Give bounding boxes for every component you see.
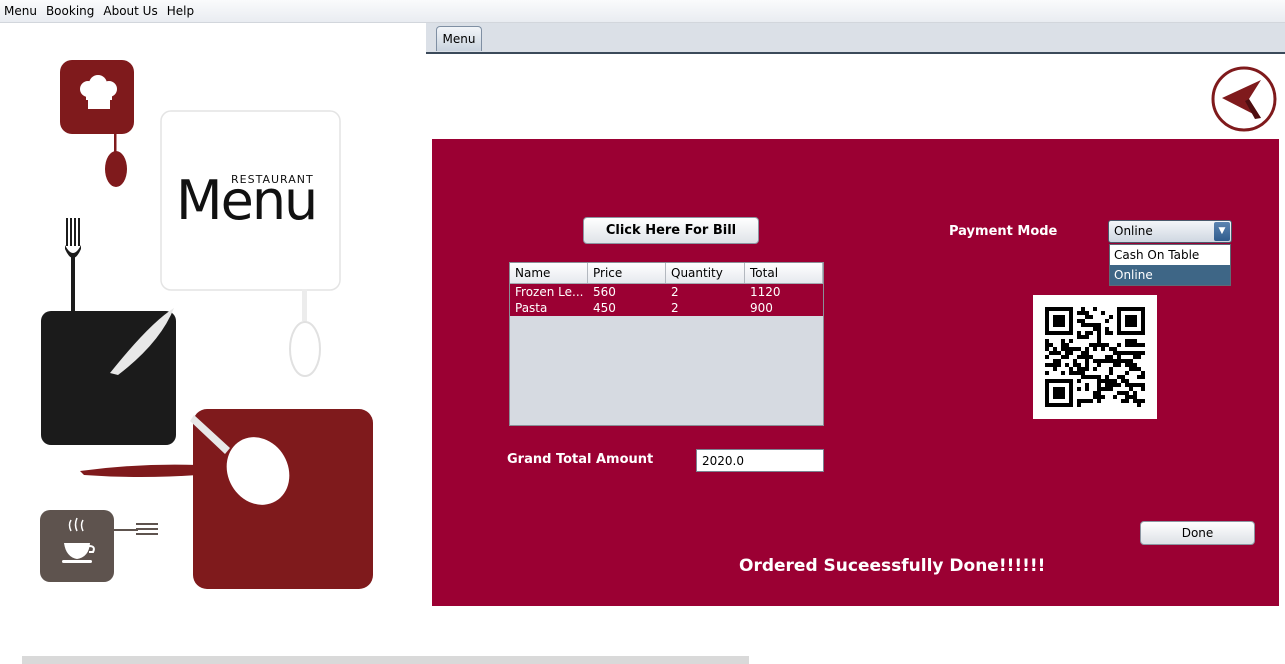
column-header-total[interactable]: Total bbox=[745, 263, 823, 283]
chevron-down-icon[interactable]: ▼ bbox=[1214, 222, 1230, 241]
payment-qr-code bbox=[1033, 295, 1157, 419]
cell-name: Pasta bbox=[515, 301, 548, 315]
table-row[interactable]: Frozen Le... 560 2 1120 bbox=[510, 284, 823, 300]
poster-illustration: RESTAURANT Menu bbox=[40, 60, 373, 589]
chef-hat-icon bbox=[60, 60, 134, 187]
payment-option-online[interactable]: Online bbox=[1110, 265, 1230, 285]
generate-bill-button[interactable]: Click Here For Bill bbox=[583, 217, 759, 244]
menu-item-help[interactable]: Help bbox=[162, 0, 198, 22]
cell-total: 900 bbox=[750, 301, 773, 315]
payment-mode-selected: Online bbox=[1114, 224, 1153, 238]
table-row[interactable]: Pasta 450 2 900 bbox=[510, 300, 823, 316]
tab-menu[interactable]: Menu bbox=[436, 26, 482, 51]
menu-item-booking[interactable]: Booking bbox=[41, 0, 98, 22]
order-status-message: Ordered Suceessfully Done!!!!!! bbox=[739, 556, 1046, 576]
fork-icon bbox=[65, 218, 81, 315]
table-header: Name Price Quantity Total bbox=[510, 263, 823, 284]
order-panel: Click Here For Bill Name Price Quantity … bbox=[432, 139, 1279, 606]
cell-total: 1120 bbox=[750, 285, 781, 299]
payment-option-cash-on-table[interactable]: Cash On Table bbox=[1110, 245, 1230, 265]
qr-code-icon bbox=[1045, 307, 1145, 407]
payment-mode-dropdown: Cash On Table Online bbox=[1109, 244, 1231, 286]
tab-strip: Menu bbox=[426, 23, 1285, 54]
cell-name: Frozen Le... bbox=[515, 285, 584, 299]
restaurant-menu-poster: RESTAURANT Menu bbox=[0, 23, 425, 658]
column-header-name[interactable]: Name bbox=[510, 263, 588, 283]
done-button[interactable]: Done bbox=[1140, 521, 1255, 545]
payment-mode-select[interactable]: Online ▼ bbox=[1108, 220, 1232, 243]
poster-title: Menu bbox=[176, 169, 316, 232]
grand-total-label: Grand Total Amount bbox=[507, 452, 654, 467]
order-table[interactable]: Name Price Quantity Total Frozen Le... 5… bbox=[509, 262, 824, 426]
back-arrow-icon bbox=[1211, 66, 1277, 132]
cell-price: 450 bbox=[593, 301, 616, 315]
back-button[interactable] bbox=[1209, 65, 1279, 133]
menu-bar: Menu Booking About Us Help bbox=[0, 0, 1285, 23]
cell-quantity: 2 bbox=[671, 285, 679, 299]
coffee-cup-icon bbox=[40, 510, 158, 582]
menu-item-menu[interactable]: Menu bbox=[0, 0, 41, 22]
menu-item-about-us[interactable]: About Us bbox=[98, 0, 161, 22]
cell-quantity: 2 bbox=[671, 301, 679, 315]
grand-total-field[interactable] bbox=[696, 449, 824, 472]
horizontal-scrollbar[interactable] bbox=[22, 656, 749, 664]
column-header-quantity[interactable]: Quantity bbox=[666, 263, 745, 283]
payment-mode-label: Payment Mode bbox=[949, 224, 1058, 239]
column-header-price[interactable]: Price bbox=[588, 263, 666, 283]
cell-price: 560 bbox=[593, 285, 616, 299]
